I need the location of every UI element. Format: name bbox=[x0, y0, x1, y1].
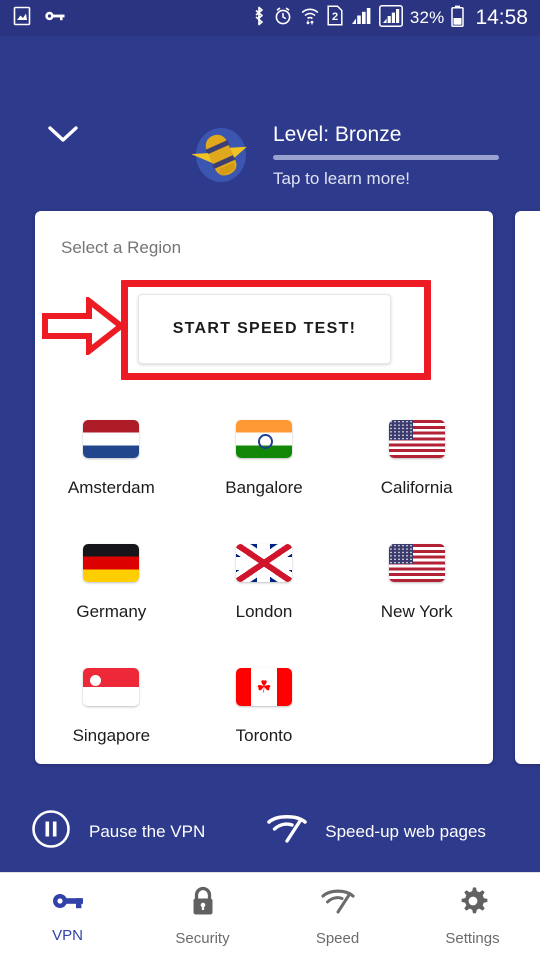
region-item-toronto[interactable]: Toronto bbox=[188, 654, 341, 764]
region-label: London bbox=[235, 602, 293, 621]
signal-2-icon bbox=[378, 4, 403, 32]
level-header: Level: Bronze Tap to learn more! bbox=[0, 36, 540, 211]
nav-item-vpn[interactable]: VPN bbox=[0, 873, 135, 960]
app-screen: 2 32% 14:58 Level: Bronze Tap to learn m… bbox=[0, 0, 540, 960]
status-bar-left-icons bbox=[12, 6, 66, 31]
region-label: Germany bbox=[76, 602, 147, 621]
flag-canada-icon bbox=[235, 668, 292, 706]
region-label: Toronto bbox=[235, 726, 293, 745]
region-label: New York bbox=[380, 602, 453, 621]
speed-up-web-pages-button[interactable]: Speed-up web pages bbox=[267, 812, 486, 851]
region-item-singapore[interactable]: Singapore bbox=[35, 654, 188, 764]
speed-icon bbox=[267, 812, 308, 851]
status-bar-right-icons: 2 32% 14:58 bbox=[252, 4, 528, 32]
svg-text:2: 2 bbox=[332, 11, 338, 23]
card-title: Select a Region bbox=[61, 238, 182, 257]
chevron-down-icon[interactable] bbox=[45, 116, 81, 152]
flag-uk-icon bbox=[235, 544, 292, 582]
region-item-california[interactable]: California bbox=[340, 406, 493, 530]
battery-percent-label: 32% bbox=[409, 8, 445, 27]
pause-vpn-label: Pause the VPN bbox=[89, 821, 206, 841]
pause-circle-icon bbox=[31, 809, 71, 854]
wifi-icon bbox=[300, 6, 320, 31]
status-bar: 2 32% 14:58 bbox=[0, 0, 540, 36]
start-speed-test-button[interactable]: START SPEED TEST! bbox=[138, 294, 391, 364]
level-info[interactable]: Level: Bronze Tap to learn more! bbox=[273, 122, 505, 189]
region-label: California bbox=[380, 478, 453, 497]
mascot-icon bbox=[191, 126, 250, 184]
nav-label-vpn: VPN bbox=[52, 927, 83, 944]
nav-item-speed[interactable]: Speed bbox=[270, 873, 405, 960]
lock-icon bbox=[189, 886, 217, 921]
speed-up-label: Speed-up web pages bbox=[325, 821, 486, 841]
speed-icon bbox=[320, 887, 355, 921]
flag-netherlands-icon bbox=[83, 420, 140, 458]
bluetooth-icon bbox=[252, 5, 266, 32]
nav-label-speed: Speed bbox=[315, 929, 360, 947]
key-icon bbox=[51, 889, 85, 918]
flag-germany-icon bbox=[83, 544, 140, 582]
alarm-icon bbox=[273, 5, 293, 31]
region-item-germany[interactable]: Germany bbox=[35, 530, 188, 654]
nav-item-security[interactable]: Security bbox=[135, 873, 270, 960]
flag-india-icon bbox=[235, 420, 292, 458]
region-item-amsterdam[interactable]: Amsterdam bbox=[35, 406, 188, 530]
region-label: Amsterdam bbox=[67, 478, 155, 497]
sim-2-icon: 2 bbox=[327, 5, 343, 31]
signal-1-icon bbox=[350, 6, 372, 31]
battery-icon bbox=[451, 5, 465, 32]
vpn-key-icon bbox=[44, 8, 66, 29]
region-card-next-peek[interactable] bbox=[515, 211, 540, 764]
region-label: Singapore bbox=[72, 726, 151, 745]
flag-usa-icon bbox=[388, 420, 445, 458]
nav-label-settings: Settings bbox=[445, 930, 500, 947]
flag-usa-icon bbox=[388, 544, 445, 582]
gear-icon bbox=[458, 886, 488, 921]
level-subtitle: Tap to learn more! bbox=[273, 169, 411, 188]
flag-singapore-icon bbox=[83, 668, 140, 706]
region-item-new-york[interactable]: New York bbox=[340, 530, 493, 654]
pause-vpn-button[interactable]: Pause the VPN bbox=[31, 809, 205, 854]
region-card: Select a Region START SPEED TEST! Amster… bbox=[35, 211, 493, 764]
nav-item-settings[interactable]: Settings bbox=[405, 873, 540, 960]
region-label: Bangalore bbox=[225, 478, 303, 497]
nav-label-security: Security bbox=[175, 930, 230, 947]
clock-label: 14:58 bbox=[475, 6, 528, 29]
level-title: Level: Bronze bbox=[273, 123, 402, 146]
region-item-bangalore[interactable]: Bangalore bbox=[188, 406, 341, 530]
start-speed-test-label: START SPEED TEST! bbox=[172, 320, 357, 337]
action-row: Pause the VPN Speed-up web pages bbox=[0, 795, 540, 868]
level-progress-bar bbox=[273, 155, 499, 160]
gallery-icon bbox=[12, 6, 32, 31]
region-grid: Amsterdam Bangalore California Germany L… bbox=[35, 406, 493, 764]
bottom-nav: VPN Security Speed Settings bbox=[0, 872, 540, 960]
region-item-london[interactable]: London bbox=[188, 530, 341, 654]
